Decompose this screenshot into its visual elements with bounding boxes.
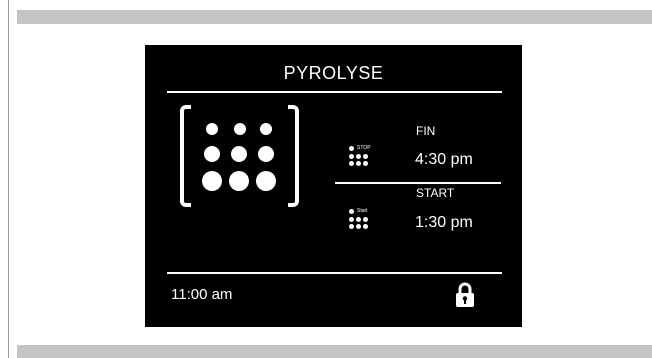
- grid-dot: [356, 161, 361, 166]
- current-time: 11:00 am: [171, 286, 233, 303]
- grid-dot: [204, 146, 220, 162]
- grid-dot: [356, 154, 361, 159]
- schedule-divider: [335, 182, 501, 184]
- grid-dot: [356, 224, 361, 229]
- start-badge: Start: [357, 208, 368, 214]
- grid-dot: [363, 217, 368, 222]
- start-time: 1:30 pm: [415, 214, 473, 231]
- grid-dot: [363, 224, 368, 229]
- grid-dot: [356, 217, 361, 222]
- footer-divider: [167, 272, 502, 274]
- grid-dot: [202, 171, 222, 191]
- grid-dot: [349, 161, 354, 166]
- fin-time: 4:30 pm: [415, 151, 473, 168]
- left-border-line: [8, 0, 9, 358]
- lock-icon[interactable]: [455, 282, 475, 308]
- grid-dot: [234, 123, 246, 135]
- bottom-band: [17, 345, 652, 358]
- grid-dot: [260, 123, 272, 135]
- grid-dot: [231, 146, 247, 162]
- grid-dot: [349, 217, 354, 222]
- grid-dot: [229, 171, 249, 191]
- oven-display: PYROLYSE STOP FIN 4:30 pm START Start 1:…: [145, 45, 522, 327]
- stop-badge: STOP: [357, 145, 371, 151]
- start-label: START: [416, 186, 455, 200]
- grid-dot: [256, 171, 276, 191]
- fin-label: FIN: [416, 124, 436, 138]
- grid-dot: [363, 161, 368, 166]
- top-band: [17, 10, 652, 24]
- program-title: PYROLYSE: [283, 63, 384, 83]
- badge-dot: [349, 146, 354, 151]
- badge-dot: [349, 209, 354, 214]
- grid-dot: [349, 154, 354, 159]
- grid-dot: [206, 123, 218, 135]
- grid-dot: [349, 224, 354, 229]
- title-divider: [167, 91, 502, 93]
- right-bracket: [288, 105, 299, 207]
- left-bracket: [180, 105, 191, 207]
- grid-dot: [258, 146, 274, 162]
- grid-dot: [363, 154, 368, 159]
